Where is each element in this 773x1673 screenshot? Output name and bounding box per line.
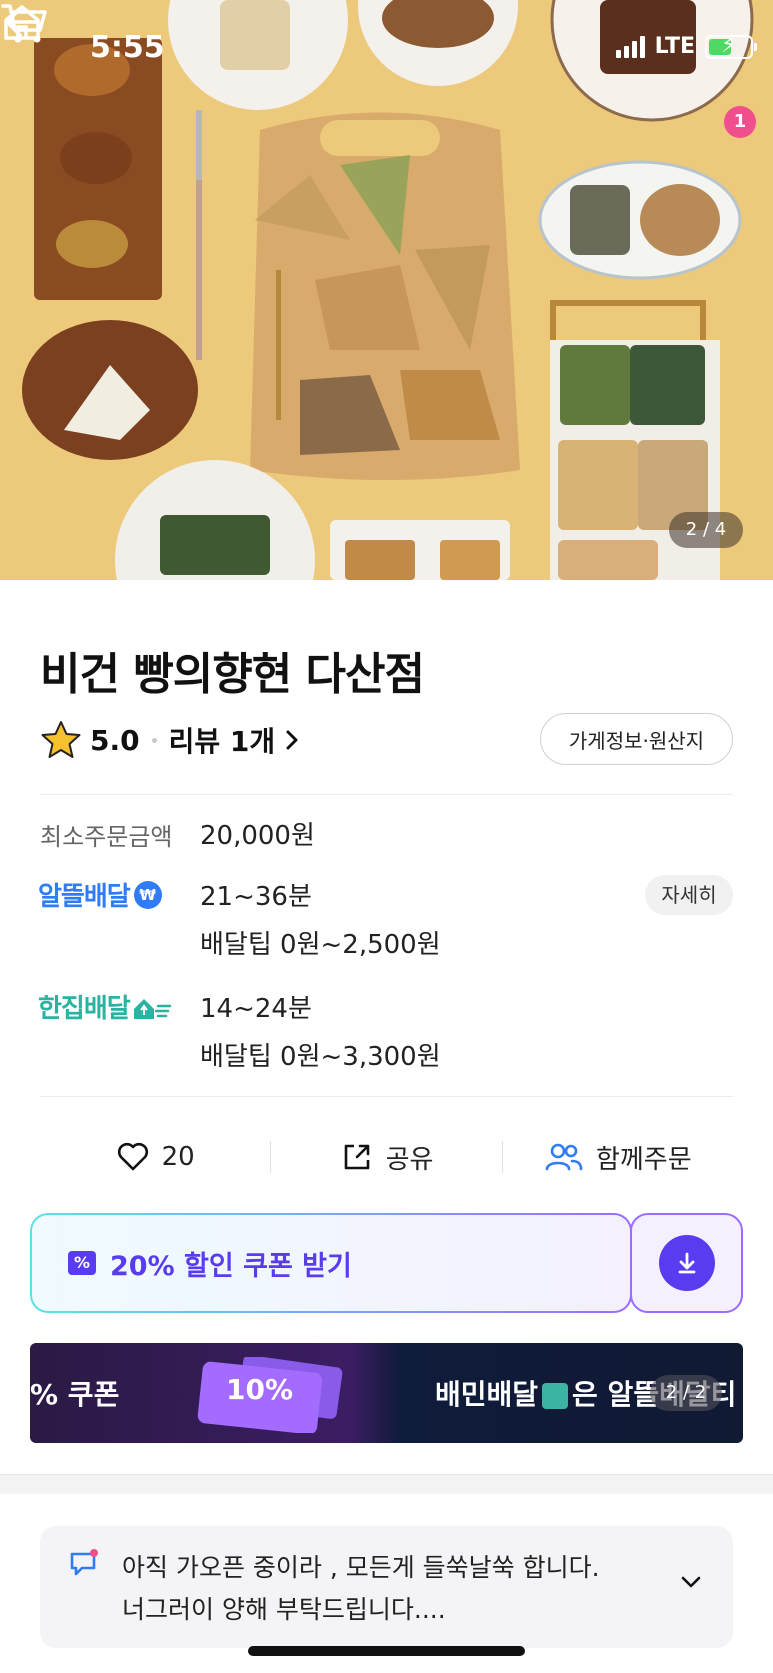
store-hero-image[interactable]: 5:55 LTE ⚡ 1 2 / 4 (0, 0, 773, 580)
delivery-option-name: 한집배달 (38, 994, 131, 1024)
divider (40, 794, 733, 795)
status-time: 5:55 (90, 30, 165, 65)
promo-banner[interactable]: % 쿠폰 10% 배민배달은 알뜰배달티 2 / 2 (30, 1343, 743, 1443)
notice-text-line1: 아직 가오픈 중이라 , 모든게 들쑥날쑥 합니다. (122, 1553, 600, 1582)
bakery-photo (0, 0, 773, 580)
delivery-time: 21~36분 (200, 882, 312, 912)
coupon-download-button[interactable] (630, 1213, 743, 1313)
divider (40, 1096, 733, 1097)
image-counter: 2 / 4 (669, 512, 743, 548)
store-info-button[interactable]: 가게정보·원산지 (540, 713, 733, 765)
store-notice[interactable]: 아직 가오픈 중이라 , 모든게 들쑥날쑥 합니다. 너그러이 양해 부탁드립니… (40, 1526, 733, 1648)
share-button[interactable]: 공유 (271, 1139, 501, 1176)
share-icon (344, 1144, 369, 1170)
baemin-badge-icon (542, 1383, 569, 1409)
section-separator (0, 1474, 773, 1494)
status-indicators: LTE ⚡ (615, 33, 757, 59)
min-order-value: 20,000원 (200, 821, 315, 851)
delivery-detail-button[interactable]: 자세히 (645, 875, 733, 915)
won-icon: ₩ (133, 880, 162, 909)
like-count: 20 (161, 1142, 195, 1172)
delivery-tip: 배달팁 0원~2,500원 (200, 930, 441, 960)
rating-value: 5.0 (90, 723, 140, 757)
signal-icon (615, 35, 645, 58)
star-icon (41, 721, 81, 758)
chevron-down-icon[interactable] (680, 1574, 702, 1590)
percent-icon: % (68, 1251, 96, 1275)
banner-ticket-text: 10% (226, 1373, 294, 1406)
action-row: 20 공유 함께주문 (40, 1132, 733, 1182)
like-button[interactable]: 20 (40, 1140, 270, 1174)
coupon-label: 20% 할인 쿠폰 받기 (110, 1250, 352, 1282)
store-name: 비건 빵의향현 다산점 (40, 649, 425, 700)
delivery-time: 14~24분 (200, 994, 312, 1024)
delivery-option-single-logo: 한집배달 (38, 988, 172, 1025)
battery-icon: ⚡ (705, 33, 757, 59)
download-icon (658, 1235, 715, 1291)
rating-row[interactable]: 5.0 리뷰 1개 (40, 718, 299, 762)
group-order-button[interactable]: 함께주문 (503, 1139, 733, 1176)
separator-dot (151, 737, 157, 743)
min-order-label: 최소주문금액 (40, 823, 173, 851)
network-type: LTE (654, 34, 695, 59)
notice-text-line2: 너그러이 양해 부탁드립니다.... (122, 1595, 446, 1624)
home-indicator (248, 1646, 525, 1656)
chevron-right-icon (286, 730, 298, 750)
banner-counter: 2 / 2 (650, 1375, 722, 1411)
coupon-button[interactable]: % 20% 할인 쿠폰 받기 (30, 1213, 632, 1313)
coupon-banner: % 20% 할인 쿠폰 받기 (30, 1213, 743, 1313)
banner-left-text: % 쿠폰 (30, 1378, 120, 1411)
share-label: 공유 (385, 1144, 434, 1175)
house-arrow-icon (133, 998, 171, 1019)
group-people-icon (545, 1143, 583, 1171)
delivery-tip: 배달팁 0원~3,300원 (200, 1042, 441, 1072)
notice-icon (70, 1549, 98, 1576)
reviews-link[interactable]: 리뷰 1개 (169, 720, 276, 760)
cart-count-badge: 1 (724, 106, 756, 138)
heart-icon (117, 1142, 148, 1171)
cart-icon[interactable] (0, 0, 50, 46)
group-order-label: 함께주문 (595, 1144, 692, 1175)
delivery-option-name: 알뜰배달 (38, 882, 131, 912)
delivery-option-saver-logo: 알뜰배달 ₩ (38, 876, 162, 913)
